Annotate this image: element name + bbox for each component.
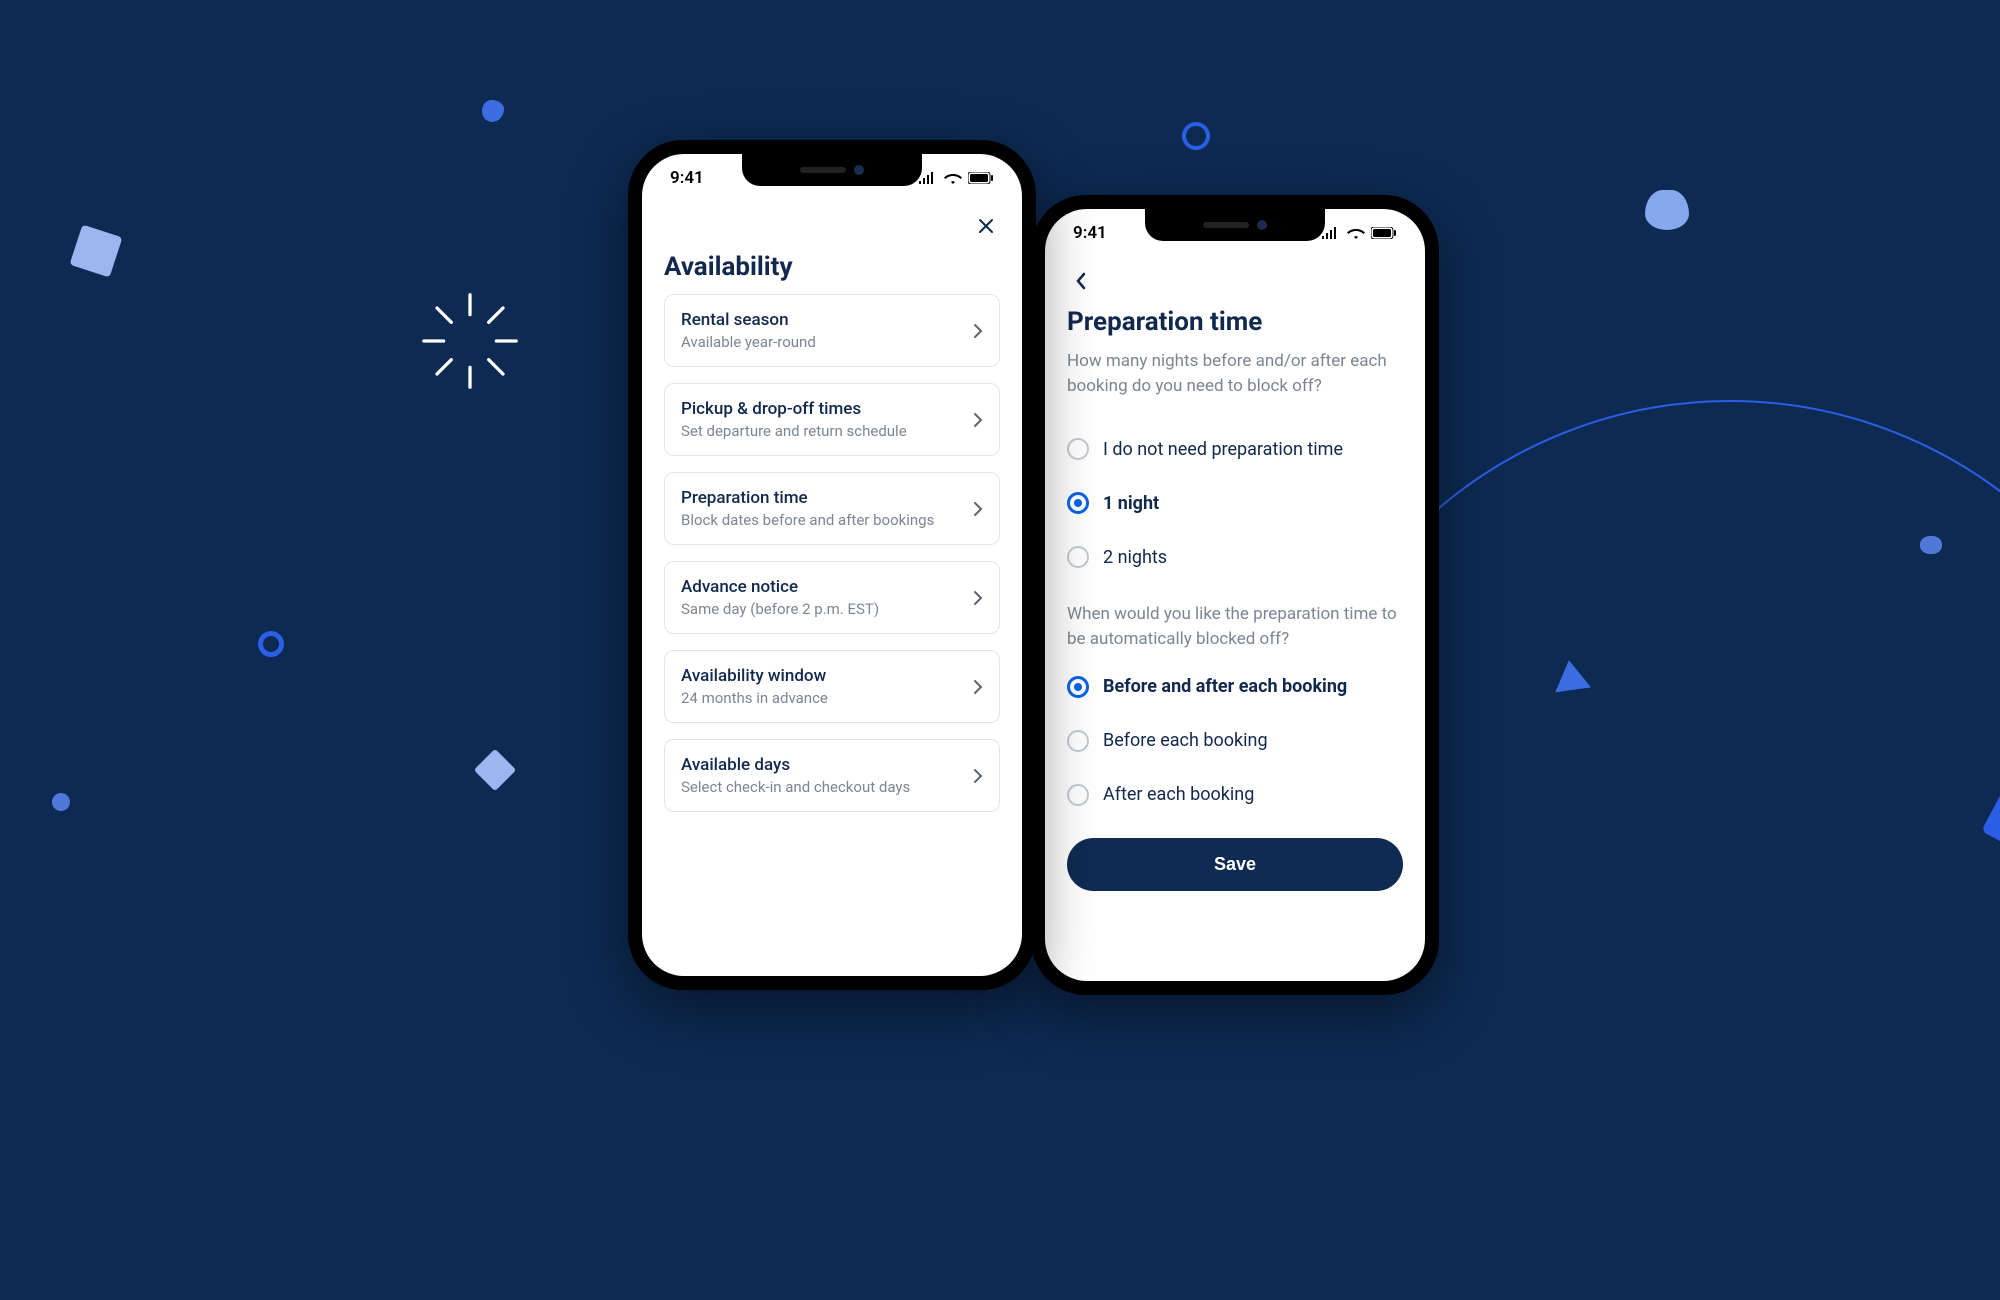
item-preparation-time[interactable]: Preparation time Block dates before and … bbox=[664, 472, 1000, 545]
phone-notch bbox=[742, 154, 922, 186]
deco-rounded-tri bbox=[1645, 190, 1689, 230]
item-available-days[interactable]: Available days Select check-in and check… bbox=[664, 739, 1000, 812]
radio-1-night[interactable]: 1 night bbox=[1067, 476, 1403, 530]
deco-ring bbox=[1182, 122, 1210, 150]
list-item-title: Rental season bbox=[681, 310, 816, 330]
list-item-sub: Same day (before 2 p.m. EST) bbox=[681, 600, 879, 618]
radio-label: After each booking bbox=[1103, 784, 1254, 805]
page-title: Preparation time bbox=[1067, 307, 1403, 337]
list-item-title: Availability window bbox=[681, 666, 828, 686]
chevron-right-icon bbox=[973, 323, 983, 339]
list-item-sub: Available year-round bbox=[681, 333, 816, 351]
deco-dot bbox=[52, 793, 70, 811]
page-title: Availability bbox=[664, 252, 1000, 282]
chevron-right-icon bbox=[973, 679, 983, 695]
chevron-right-icon bbox=[973, 590, 983, 606]
section-question: When would you like the preparation time… bbox=[1067, 602, 1403, 651]
chevron-right-icon bbox=[973, 412, 983, 428]
radio-icon bbox=[1067, 784, 1089, 806]
radio-icon bbox=[1067, 676, 1089, 698]
deco-diamond bbox=[70, 225, 123, 278]
list-item-title: Available days bbox=[681, 755, 910, 775]
item-advance-notice[interactable]: Advance notice Same day (before 2 p.m. E… bbox=[664, 561, 1000, 634]
item-pickup-dropoff[interactable]: Pickup & drop-off times Set departure an… bbox=[664, 383, 1000, 456]
list-item-title: Pickup & drop-off times bbox=[681, 399, 907, 419]
wifi-icon bbox=[1347, 227, 1365, 239]
phone-preparation-time: 9:41 Preparation time How many nights be… bbox=[1031, 195, 1439, 995]
radio-icon bbox=[1067, 492, 1089, 514]
chevron-left-icon bbox=[1075, 272, 1087, 290]
radio-2-nights[interactable]: 2 nights bbox=[1067, 530, 1403, 584]
radio-label: I do not need preparation time bbox=[1103, 439, 1343, 460]
radio-icon bbox=[1067, 438, 1089, 460]
status-time: 9:41 bbox=[670, 168, 704, 188]
deco-blob bbox=[482, 100, 504, 122]
radio-before-and-after[interactable]: Before and after each booking bbox=[1067, 660, 1403, 714]
radio-icon bbox=[1067, 730, 1089, 752]
item-rental-season[interactable]: Rental season Available year-round bbox=[664, 294, 1000, 367]
radio-no-prep-time[interactable]: I do not need preparation time bbox=[1067, 422, 1403, 476]
radio-label: 1 night bbox=[1103, 493, 1159, 514]
page-subtitle: How many nights before and/or after each… bbox=[1067, 349, 1403, 398]
radio-label: 2 nights bbox=[1103, 547, 1167, 568]
item-availability-window[interactable]: Availability window 24 months in advance bbox=[664, 650, 1000, 723]
chevron-right-icon bbox=[973, 501, 983, 517]
radio-before-each[interactable]: Before each booking bbox=[1067, 714, 1403, 768]
list-item-sub: Block dates before and after bookings bbox=[681, 511, 934, 529]
deco-ring-small bbox=[258, 631, 284, 657]
radio-after-each[interactable]: After each booking bbox=[1067, 768, 1403, 822]
close-icon bbox=[978, 218, 994, 234]
save-button[interactable]: Save bbox=[1067, 838, 1403, 891]
phone-notch bbox=[1145, 209, 1325, 241]
list-item-title: Preparation time bbox=[681, 488, 934, 508]
battery-icon bbox=[1371, 227, 1397, 239]
list-item-title: Advance notice bbox=[681, 577, 879, 597]
list-item-sub: 24 months in advance bbox=[681, 689, 828, 707]
chevron-right-icon bbox=[973, 768, 983, 784]
radio-label: Before each booking bbox=[1103, 730, 1268, 751]
list-item-sub: Select check-in and checkout days bbox=[681, 778, 910, 796]
back-button[interactable] bbox=[1067, 267, 1095, 295]
radio-label: Before and after each booking bbox=[1103, 676, 1347, 697]
radio-icon bbox=[1067, 546, 1089, 568]
close-button[interactable] bbox=[972, 212, 1000, 240]
deco-square bbox=[1981, 792, 2000, 852]
battery-icon bbox=[968, 172, 994, 184]
wifi-icon bbox=[944, 172, 962, 184]
status-time: 9:41 bbox=[1073, 223, 1107, 243]
phone-availability: 9:41 Availability Rental season bbox=[628, 140, 1036, 990]
list-item-sub: Set departure and return schedule bbox=[681, 422, 907, 440]
deco-starburst bbox=[415, 286, 525, 396]
deco-diamond-2 bbox=[474, 749, 516, 791]
